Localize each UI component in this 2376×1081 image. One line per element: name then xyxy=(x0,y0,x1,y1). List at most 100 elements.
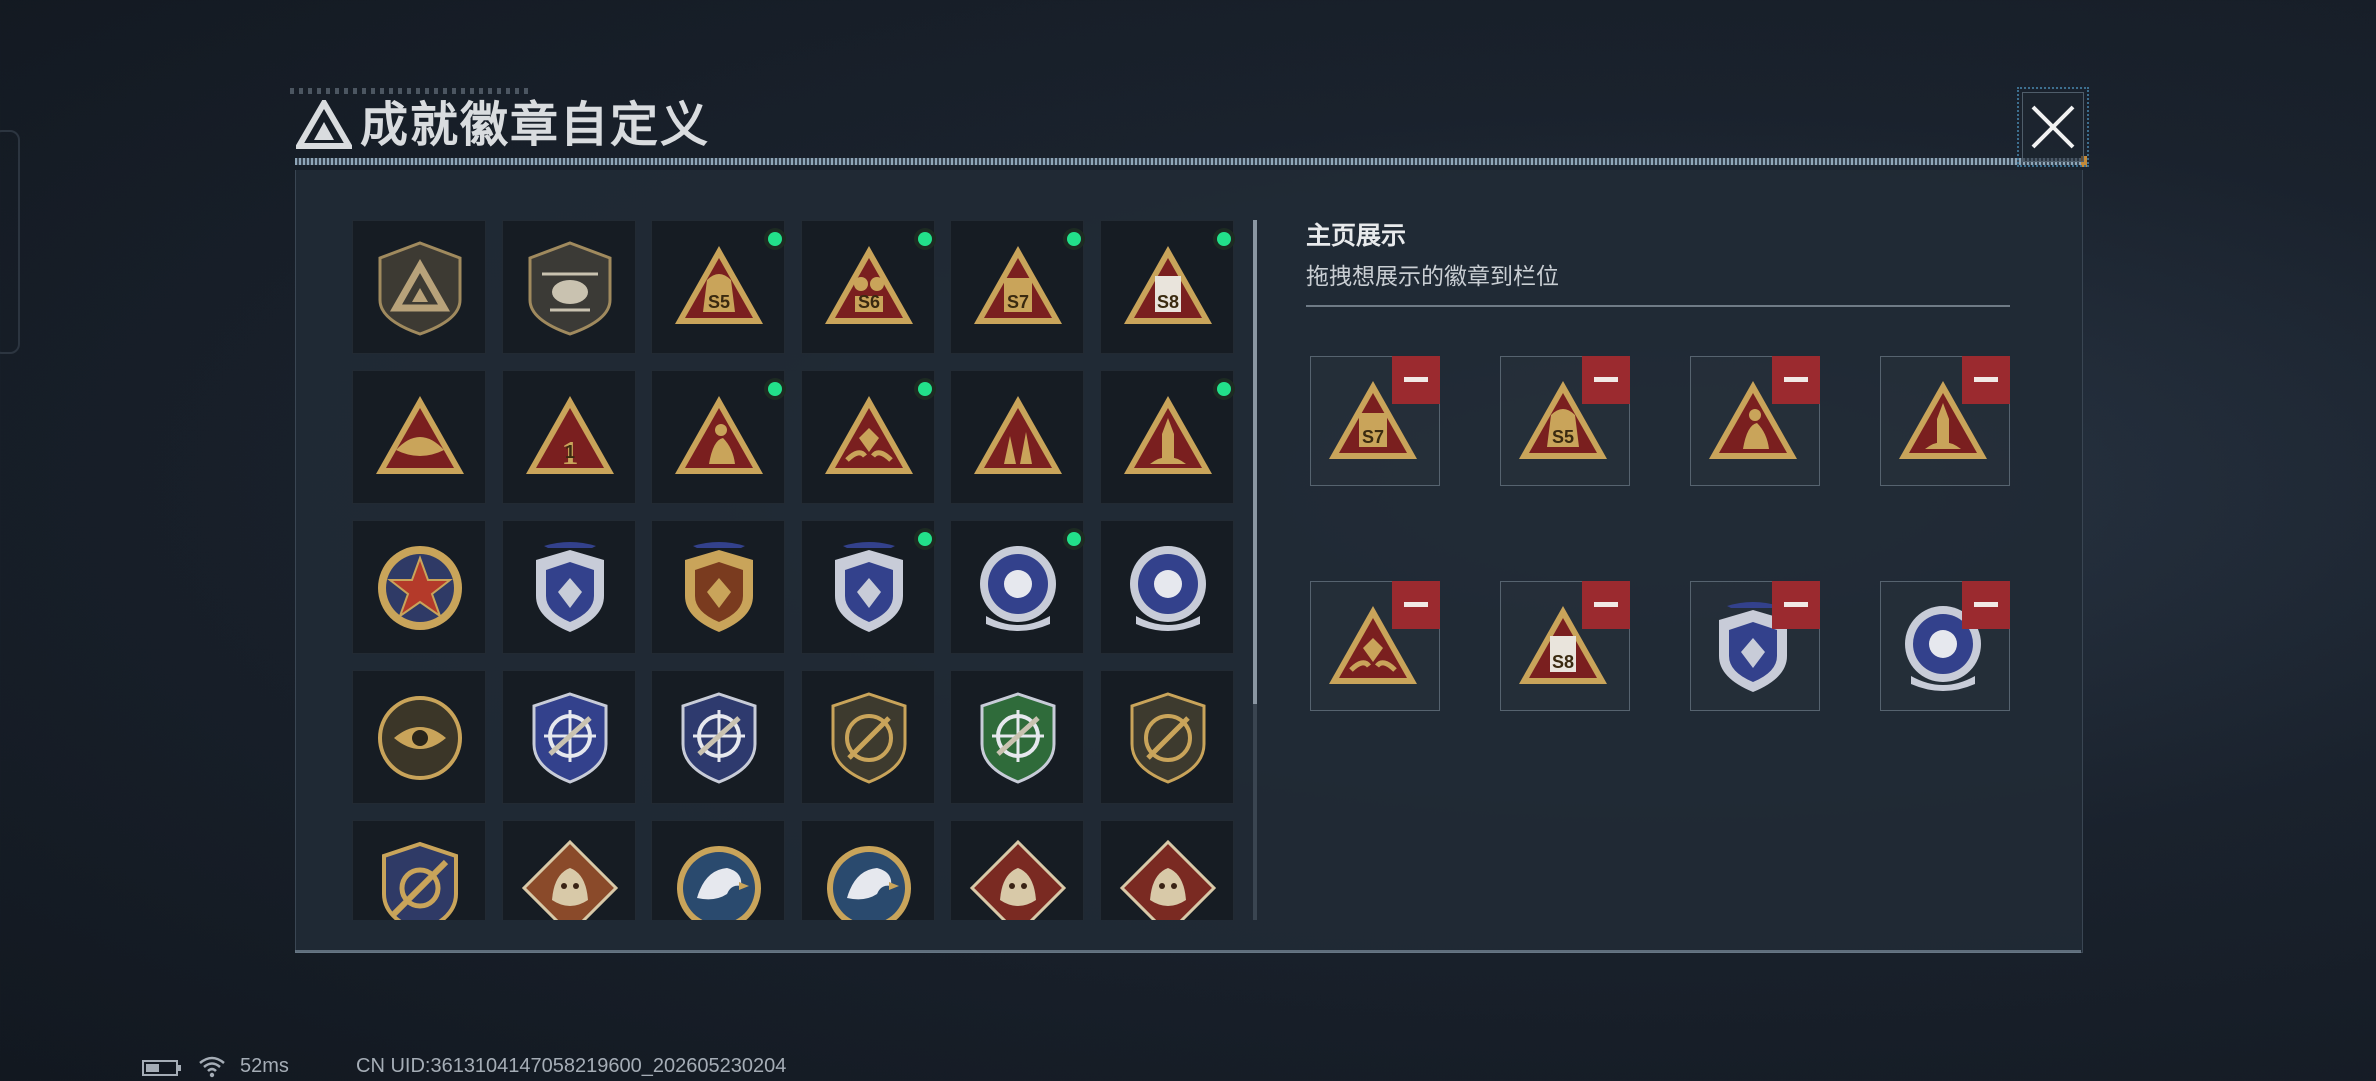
triangle-soldiers-badge-icon xyxy=(974,396,1062,474)
bow-shield-dark-badge-icon xyxy=(1130,692,1205,784)
triangle-s6-badge-icon: S6 xyxy=(824,246,913,324)
showcase-slot[interactable] xyxy=(1690,356,1820,486)
selected-indicator-dot xyxy=(1212,228,1235,250)
crosshair-rifle-green-badge-icon xyxy=(980,692,1056,784)
badge-cell[interactable] xyxy=(501,520,636,654)
selected-indicator-dot xyxy=(1063,228,1085,250)
svg-text:S7: S7 xyxy=(1007,292,1029,312)
crosshair-rifle-blue-badge-icon xyxy=(532,692,607,784)
triangle-gem-hands-badge-icon xyxy=(824,396,913,474)
badge-cell[interactable] xyxy=(501,670,636,804)
ping-text: 52ms xyxy=(240,1055,289,1077)
dragon-diamond-badge-icon xyxy=(1119,839,1216,920)
showcase-divider xyxy=(1306,305,2010,307)
showcase-slot[interactable]: S5 xyxy=(1500,356,1630,486)
badge-cell[interactable]: S7 xyxy=(950,220,1085,354)
showcase-slot[interactable] xyxy=(1310,581,1440,711)
badge-cell[interactable] xyxy=(1099,820,1234,920)
remove-badge-button[interactable] xyxy=(1772,356,1820,404)
showcase-slot[interactable]: S7 xyxy=(1310,356,1440,486)
svg-text:S8: S8 xyxy=(1156,292,1178,312)
wolf-diamond-badge-icon xyxy=(521,839,618,920)
triangle-bag-s5-badge-icon: S5 xyxy=(675,246,763,324)
badge-cell[interactable] xyxy=(352,520,486,654)
badge-cell[interactable] xyxy=(651,520,785,654)
badge-cell[interactable] xyxy=(950,820,1084,920)
badge-cell[interactable] xyxy=(352,820,486,920)
triangle-bird-badge-icon xyxy=(376,396,464,474)
badge-cell[interactable] xyxy=(800,520,936,654)
triangle-number-one-badge-icon: 11 xyxy=(525,396,614,474)
header-divider xyxy=(295,156,2087,167)
dialog-header: 成就徽章自定义 xyxy=(290,88,2090,168)
badge-cell[interactable] xyxy=(501,220,636,354)
triangle-rocket-badge-icon xyxy=(1123,396,1212,474)
badge-cell[interactable]: S5 xyxy=(651,220,786,354)
remove-badge-button[interactable] xyxy=(1582,356,1630,404)
remove-badge-button[interactable] xyxy=(1772,581,1820,629)
badge-cell[interactable] xyxy=(800,370,936,504)
selected-indicator-dot xyxy=(1212,378,1235,400)
badge-cell[interactable] xyxy=(352,220,486,354)
page-title: 成就徽章自定义 xyxy=(360,99,711,152)
remove-badge-button[interactable] xyxy=(1582,581,1630,629)
eye-medallion-badge-icon xyxy=(378,696,462,780)
grid-scrollbar-thumb[interactable] xyxy=(1253,220,1257,704)
badge-cell[interactable] xyxy=(800,820,935,920)
selected-indicator-dot xyxy=(913,228,936,250)
svg-text:S5: S5 xyxy=(1552,427,1574,447)
close-button[interactable] xyxy=(2017,87,2089,167)
showcase-slot[interactable] xyxy=(1690,581,1820,711)
showcase-slot[interactable] xyxy=(1880,581,2010,711)
badge-cell[interactable] xyxy=(352,370,486,504)
selected-indicator-dot xyxy=(1063,528,1085,550)
star-medal-badge-icon xyxy=(378,546,462,630)
svg-text:S6: S6 xyxy=(857,292,879,312)
badge-cell[interactable] xyxy=(501,820,636,920)
panel-bottom-line xyxy=(295,950,2081,953)
remove-badge-button[interactable] xyxy=(1392,356,1440,404)
badge-cell[interactable] xyxy=(352,670,486,804)
badge-cell[interactable] xyxy=(950,670,1084,804)
side-edge-tab[interactable] xyxy=(0,130,20,354)
svg-text:S8: S8 xyxy=(1552,652,1574,672)
badge-cell[interactable] xyxy=(800,670,935,804)
dragon-diamond-badge-icon xyxy=(969,839,1067,920)
badge-cell[interactable] xyxy=(1099,670,1234,804)
eagle-medallion-badge-icon xyxy=(677,846,761,920)
badge-cell[interactable] xyxy=(1099,520,1234,654)
showcase-subtitle: 拖拽想展示的徽章到栏位 xyxy=(1306,263,1559,289)
showcase-slot[interactable]: S8 xyxy=(1500,581,1630,711)
remove-badge-button[interactable] xyxy=(1962,581,2010,629)
triangle-logo-icon xyxy=(296,100,352,149)
triangle-s7-badge-icon: S7 xyxy=(974,246,1062,324)
selected-indicator-dot xyxy=(913,378,936,400)
uid-text: CN UID:3613104147058219600_202605230204 xyxy=(356,1055,787,1077)
eagle-medallion-badge-icon xyxy=(826,846,911,920)
selected-indicator-dot xyxy=(764,228,786,250)
badge-cell[interactable] xyxy=(1099,370,1235,504)
badge-grid[interactable]: S5 S6 S7 S8 11 xyxy=(352,220,1242,920)
triangle-s8-badge-icon: S8 xyxy=(1123,246,1212,324)
bow-shield-badge-icon xyxy=(831,692,906,784)
svg-text:S5: S5 xyxy=(708,292,730,312)
badge-cell[interactable] xyxy=(651,370,786,504)
blue-globe-badge-icon xyxy=(980,546,1056,631)
badge-cell[interactable] xyxy=(651,820,785,920)
helicopter-shield-badge-icon xyxy=(528,241,611,336)
svg-text:1: 1 xyxy=(564,442,574,462)
blue-shield-emblem-badge-icon xyxy=(535,542,604,632)
badge-cell[interactable]: S6 xyxy=(800,220,936,354)
badge-cell[interactable] xyxy=(950,370,1084,504)
remove-badge-button[interactable] xyxy=(1962,356,2010,404)
showcase-title: 主页展示 xyxy=(1306,222,1407,250)
badge-cell[interactable]: 11 xyxy=(501,370,636,504)
showcase-slot[interactable] xyxy=(1880,356,2010,486)
badge-cell[interactable] xyxy=(651,670,785,804)
crossed-target-shield-badge-icon xyxy=(382,841,458,920)
triangle-figure-badge-icon xyxy=(675,396,763,474)
badge-cell[interactable]: S8 xyxy=(1099,220,1235,354)
remove-badge-button[interactable] xyxy=(1392,581,1440,629)
badge-cell[interactable] xyxy=(950,520,1085,654)
grid-scrollbar-track[interactable] xyxy=(1253,704,1257,920)
